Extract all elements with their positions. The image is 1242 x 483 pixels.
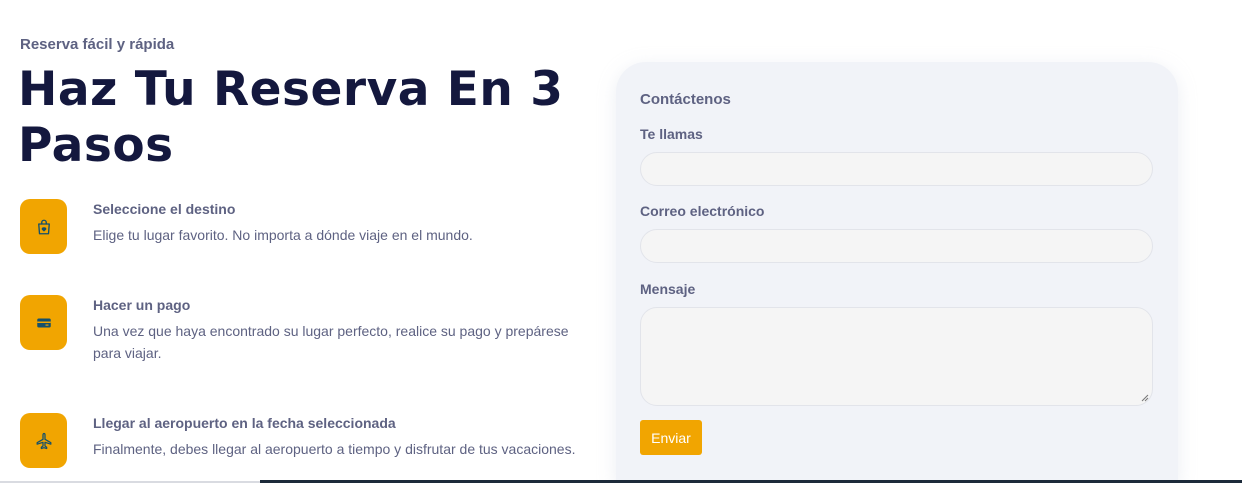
step-title: Llegar al aeropuerto en la fecha selecci… <box>93 415 396 431</box>
email-input[interactable] <box>640 229 1153 263</box>
credit-card-icon <box>20 295 67 350</box>
step-description: Elige tu lugar favorito. No importa a dó… <box>93 227 473 243</box>
airplane-icon <box>20 413 67 468</box>
resize-handle-icon[interactable] <box>1141 394 1149 402</box>
email-label: Correo electrónico <box>640 203 765 219</box>
message-label: Mensaje <box>640 281 696 297</box>
section-eyebrow: Reserva fácil y rápida <box>20 36 175 53</box>
contact-title: Contáctenos <box>640 91 731 108</box>
submit-button[interactable]: Enviar <box>640 420 702 455</box>
shopping-bag-icon <box>20 199 67 254</box>
page-title: Haz Tu Reserva En 3 Pasos <box>18 62 564 173</box>
name-label: Te llamas <box>640 126 703 142</box>
step-title: Seleccione el destino <box>93 201 236 217</box>
step-description: Finalmente, debes llegar al aeropuerto a… <box>93 441 576 457</box>
name-input[interactable] <box>640 152 1153 186</box>
step-title: Hacer un pago <box>93 297 191 313</box>
contact-card: Contáctenos Te llamas Correo electrónico… <box>616 62 1178 483</box>
step-description: Una vez que haya encontrado su lugar per… <box>93 323 569 361</box>
message-textarea[interactable] <box>640 307 1153 406</box>
